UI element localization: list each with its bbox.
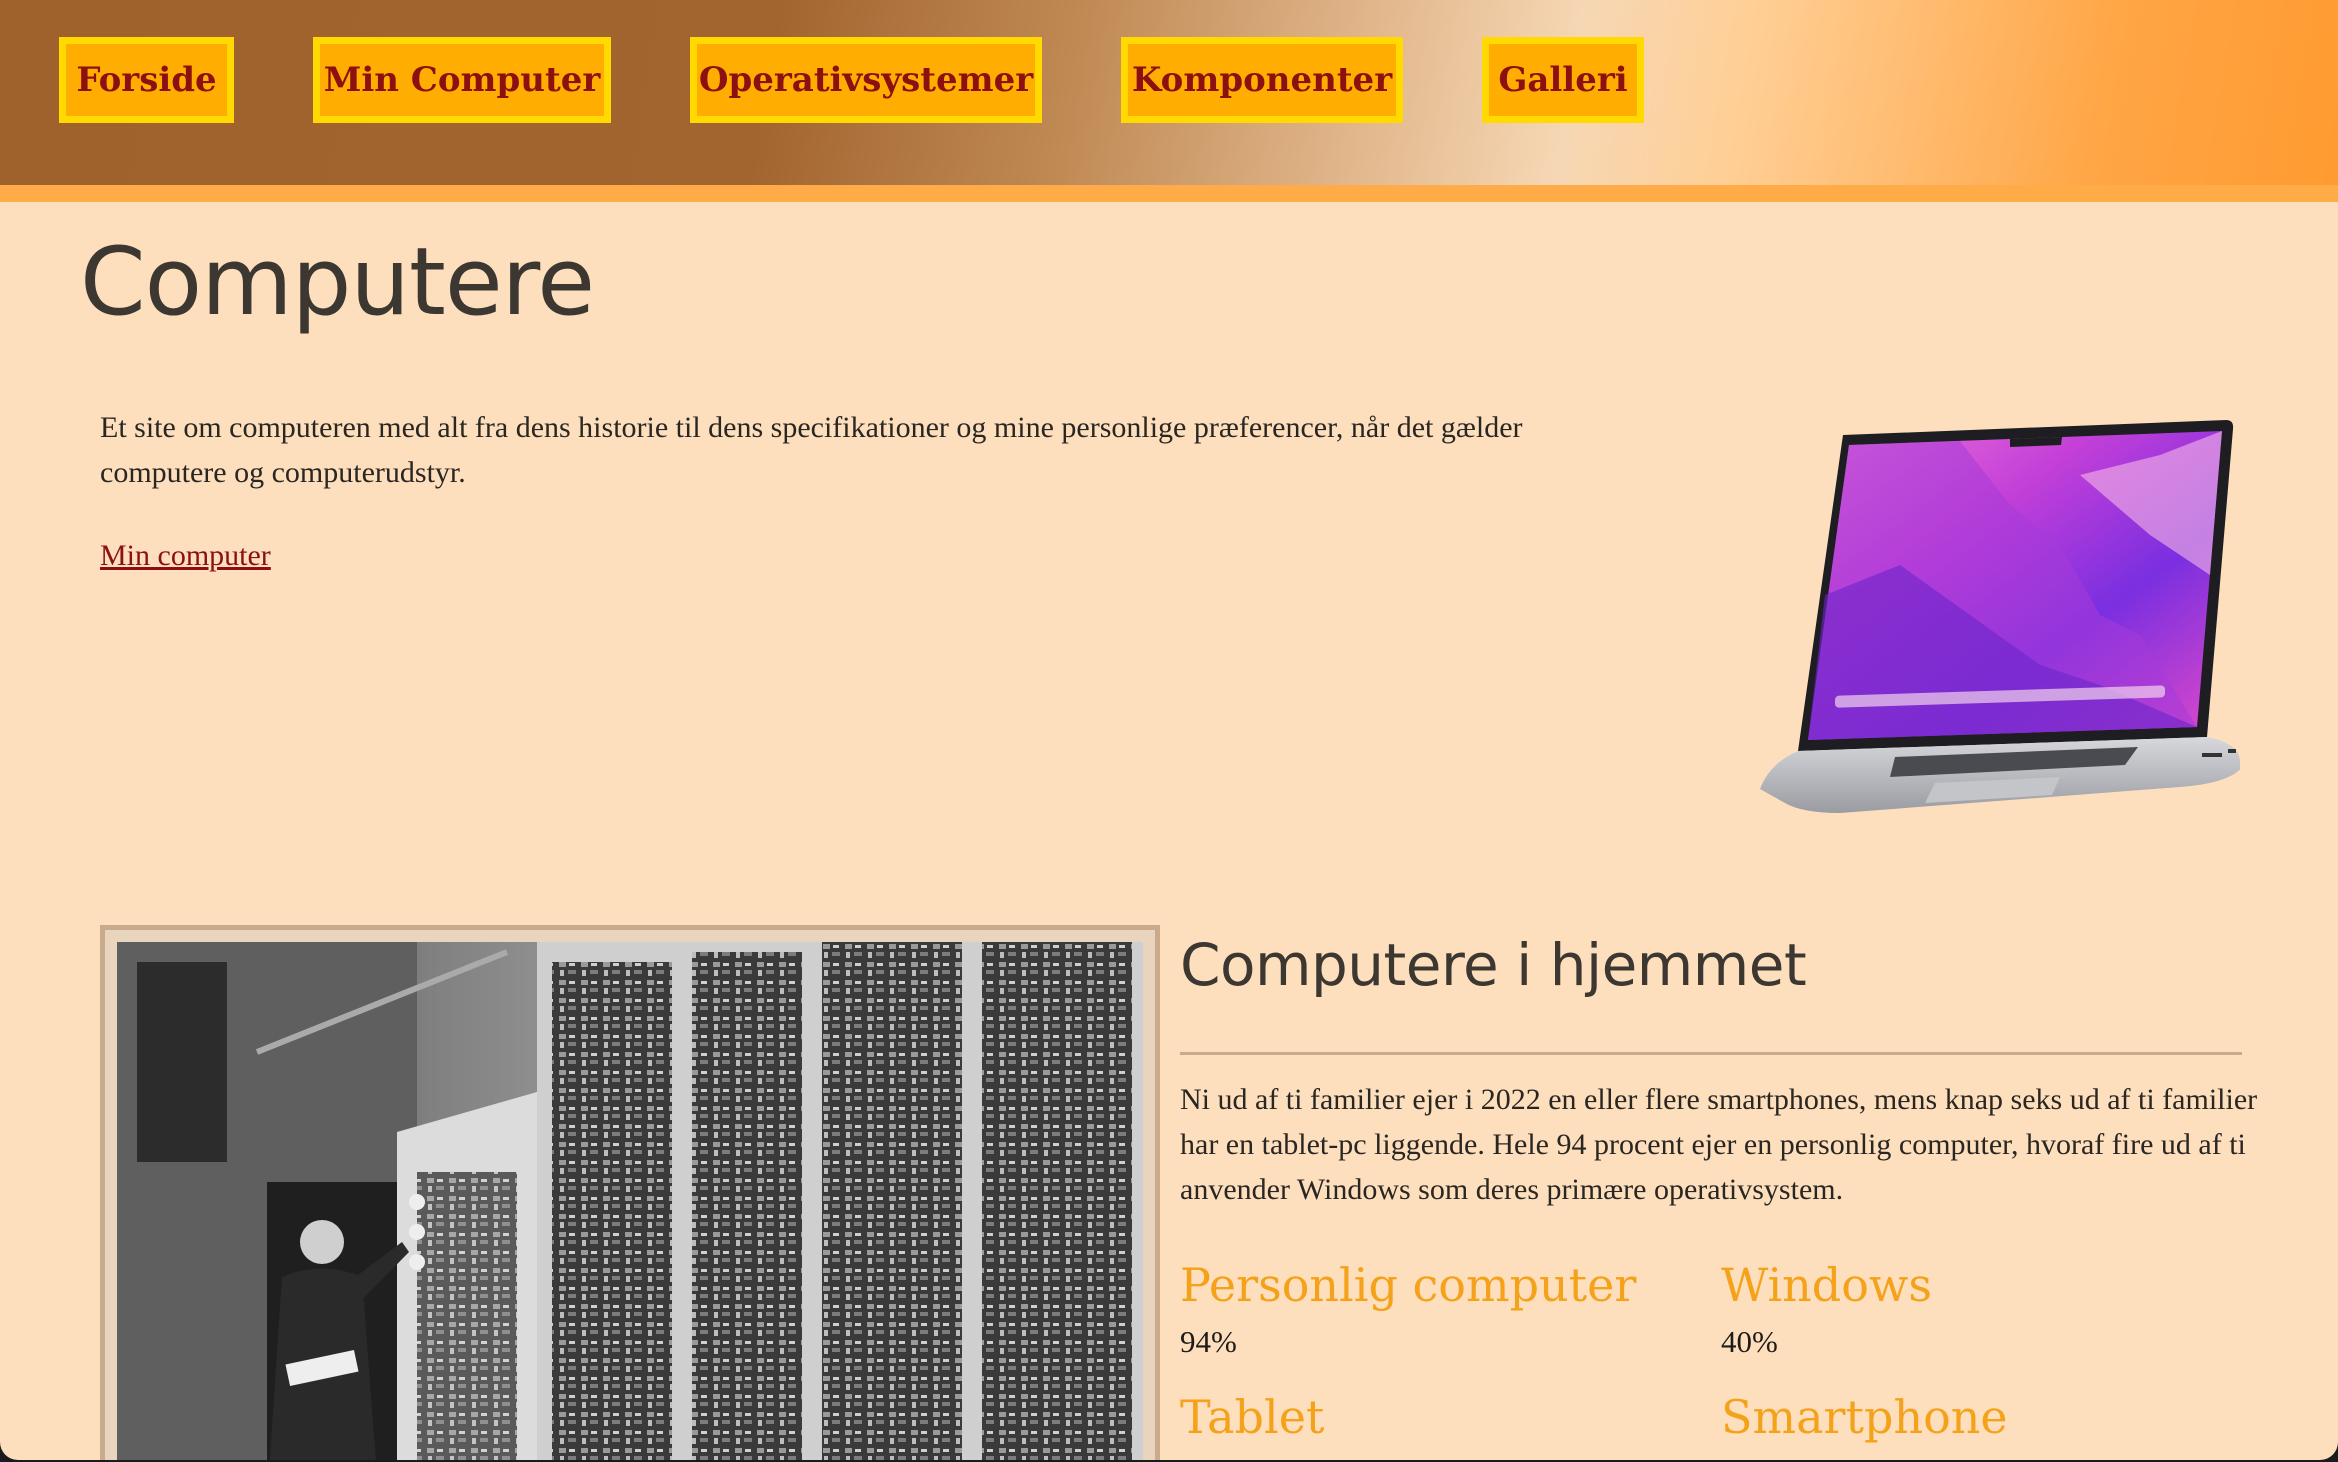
laptop-image (1760, 420, 2240, 813)
top-navigation: Forside Min Computer Operativsystemer Ko… (0, 0, 2338, 185)
page-title: Computere (80, 228, 595, 337)
nav-item-galleri[interactable]: Galleri (1482, 37, 1644, 123)
section-text: Ni ud af ti familier ejer i 2022 en elle… (1180, 1083, 2258, 1206)
stat-label-personlig-computer: Personlig computer (1180, 1258, 1637, 1312)
page: Forside Min Computer Operativsystemer Ko… (0, 0, 2338, 1460)
nav-item-komponenter[interactable]: Komponenter (1121, 37, 1403, 123)
stat-label-smartphone: Smartphone (1721, 1390, 2008, 1444)
vintage-computer-photo-frame (100, 925, 1160, 1460)
vintage-computer-photo (117, 942, 1143, 1460)
stat-label-tablet: Tablet (1180, 1390, 1325, 1444)
stat-value-personlig-computer: 94% (1180, 1324, 1237, 1359)
intro-text: Et site om computeren med alt fra dens h… (100, 411, 1523, 489)
min-computer-link[interactable]: Min computer (100, 536, 271, 576)
stat-value-windows: 40% (1721, 1324, 1778, 1359)
section-divider (1180, 1052, 2242, 1055)
nav-item-operativsystemer[interactable]: Operativsystemer (690, 37, 1042, 123)
nav-item-min-computer[interactable]: Min Computer (313, 37, 611, 123)
stat-label-windows: Windows (1721, 1258, 1932, 1312)
section-title: Computere i hjemmet (1180, 931, 1807, 999)
nav-item-forside[interactable]: Forside (59, 37, 234, 123)
nav-bottom-stripe (0, 185, 2338, 202)
